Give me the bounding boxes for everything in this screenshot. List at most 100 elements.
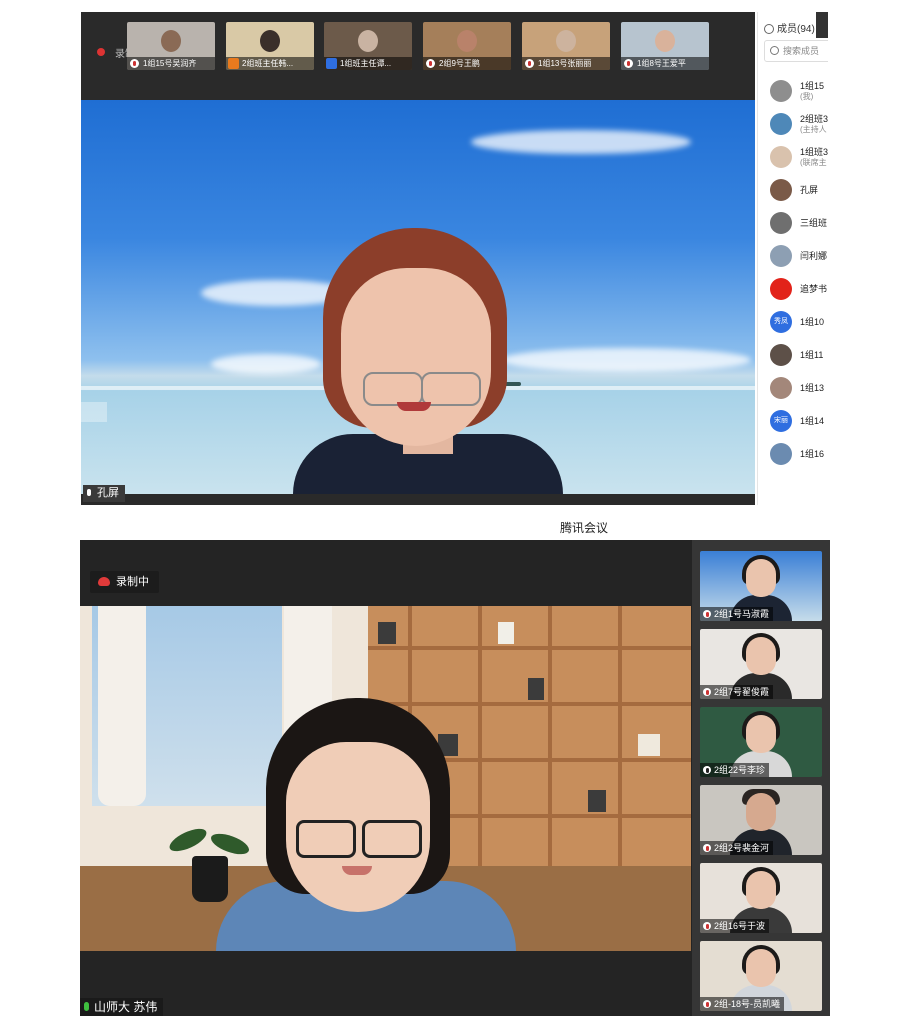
bottom-bar [81, 494, 755, 505]
plant-leaf [166, 824, 210, 856]
curtain [98, 606, 146, 806]
book [378, 622, 396, 644]
shelf-post [548, 606, 552, 906]
member-item[interactable]: 孔屏 [770, 174, 828, 204]
member-name: 追梦书 [800, 284, 828, 294]
mic-icon [87, 489, 91, 496]
avatar: 秀凤 [770, 311, 792, 333]
speaker-name-tag: 孔屏 [83, 485, 125, 502]
participant-video [655, 30, 675, 52]
participant-name: 2组班主任韩... [226, 57, 314, 70]
participant-thumbnail[interactable]: 2组9号王鹏 [423, 22, 511, 70]
participant-name: 2组-18号-员凯曦 [700, 997, 785, 1011]
avatar: 宋丽 [770, 410, 792, 432]
member-item[interactable]: 宋丽 1组14 [770, 405, 828, 435]
members-panel: 成员(94) 搜索成员 1组15 (我) 2组班3 (主持人 1组班3 (联席主… [757, 12, 828, 505]
member-item[interactable]: 1组15 (我) [770, 75, 828, 105]
mic-muted-icon [703, 844, 711, 852]
member-item[interactable]: 三组班 [770, 207, 828, 237]
speaker-name-tag: 山师大 苏伟 [80, 998, 164, 1016]
participant-thumbnail[interactable]: 1组15号吴润齐 [127, 22, 215, 70]
members-icon [764, 24, 774, 35]
member-item[interactable]: 2组班3 (主持人 [770, 108, 828, 138]
participant-video [260, 30, 280, 52]
participant-thumbnail[interactable]: 2组7号翟俊霞 [700, 629, 822, 699]
book [528, 678, 544, 700]
main-video [80, 606, 691, 951]
speaker-face [286, 742, 430, 912]
member-name: 1组10 [800, 317, 825, 327]
recording-label: 录制中 [116, 576, 149, 588]
mic-muted-icon [703, 922, 711, 930]
member-role: (我) [800, 92, 814, 101]
avatar [770, 80, 792, 102]
participant-face [746, 715, 776, 753]
participant-thumbnail[interactable]: 1组班主任谭... [324, 22, 412, 70]
participant-video [556, 30, 576, 52]
participant-thumbnail[interactable]: 2组16号于波 [700, 863, 822, 933]
member-item[interactable]: 1组班3 (联席主 [770, 141, 828, 171]
shelf-post [618, 606, 622, 906]
glasses [362, 820, 422, 858]
member-name: 1组14 [800, 416, 825, 426]
member-item[interactable]: 1组13 [770, 372, 828, 402]
participant-thumbnail[interactable]: 1组8号王爱平 [621, 22, 709, 70]
members-header: 成员(94) [764, 20, 815, 35]
member-item[interactable]: 追梦书 [770, 273, 828, 303]
user-icon [228, 58, 239, 69]
mic-active-icon [84, 1002, 89, 1011]
avatar [770, 278, 792, 300]
app-title: 腾讯会议 [560, 521, 609, 535]
mouth [342, 866, 372, 875]
participant-video [457, 30, 477, 52]
member-name: 1组11 [800, 350, 824, 360]
avatar [770, 179, 792, 201]
member-name: 1组13 [800, 383, 825, 393]
recording-indicator[interactable]: 录制中 [90, 571, 159, 593]
mouth [397, 402, 431, 411]
speaker-face [341, 268, 491, 446]
speaker-name: 山师大 苏伟 [94, 1000, 158, 1014]
participant-name: 1组8号王爱平 [621, 57, 709, 70]
book [588, 790, 606, 812]
participant-face [746, 793, 776, 831]
member-name: 1组16 [800, 449, 825, 459]
mic-muted-icon [426, 59, 435, 68]
participant-list: 2组1号马淑霞 2组7号翟俊霞 2组22号李珍 2组2号裴金河 2组16号于波 … [692, 540, 830, 1016]
mic-muted-icon [703, 1000, 711, 1008]
member-name: 闫利娜 [800, 251, 828, 261]
panel-toggle-button[interactable] [81, 402, 107, 422]
participant-name: 2组9号王鹏 [423, 57, 511, 70]
participant-name: 1组班主任谭... [324, 57, 412, 70]
participant-thumbnail[interactable]: 2组22号李珍 [700, 707, 822, 777]
glasses [363, 372, 423, 406]
participant-face [746, 637, 776, 675]
book [638, 734, 660, 756]
book [498, 622, 514, 644]
recording-icon [97, 48, 105, 56]
participant-thumbnail[interactable]: 2组-18号-员凯曦 [700, 941, 822, 1011]
panel-close-button[interactable] [816, 12, 828, 38]
member-search-input[interactable]: 搜索成员 [764, 40, 828, 62]
participant-thumbnail[interactable]: 2组2号裴金河 [700, 785, 822, 855]
avatar [770, 146, 792, 168]
avatar [770, 377, 792, 399]
mic-muted-icon [525, 59, 534, 68]
mic-muted-icon [624, 59, 633, 68]
member-item[interactable]: 秀凤 1组10 [770, 306, 828, 336]
participant-strip: 录制中 1组15号吴润齐 2组班主任韩... 1组班主任谭... 2组9号王鹏 … [81, 12, 755, 100]
member-item[interactable]: 闫利娜 [770, 240, 828, 270]
search-placeholder: 搜索成员 [783, 46, 820, 56]
participant-thumbnail[interactable]: 2组班主任韩... [226, 22, 314, 70]
glasses [296, 820, 356, 858]
members-title: 成员(94) [777, 24, 815, 35]
meeting-screenshot-1: 录制中 1组15号吴润齐 2组班主任韩... 1组班主任谭... 2组9号王鹏 … [81, 12, 828, 505]
participant-face [746, 871, 776, 909]
meeting-screenshot-2: 录制中 山师大 苏伟 2组1号马淑霞 2组7号翟俊霞 2组22号李珍 2组2号裴… [80, 540, 830, 1016]
member-item[interactable]: 1组16 [770, 438, 828, 468]
participant-thumbnail[interactable]: 2组1号马淑霞 [700, 551, 822, 621]
avatar [770, 113, 792, 135]
participant-thumbnail[interactable]: 1组13号张丽丽 [522, 22, 610, 70]
member-item[interactable]: 1组11 [770, 339, 828, 369]
shelf-board [368, 646, 691, 650]
